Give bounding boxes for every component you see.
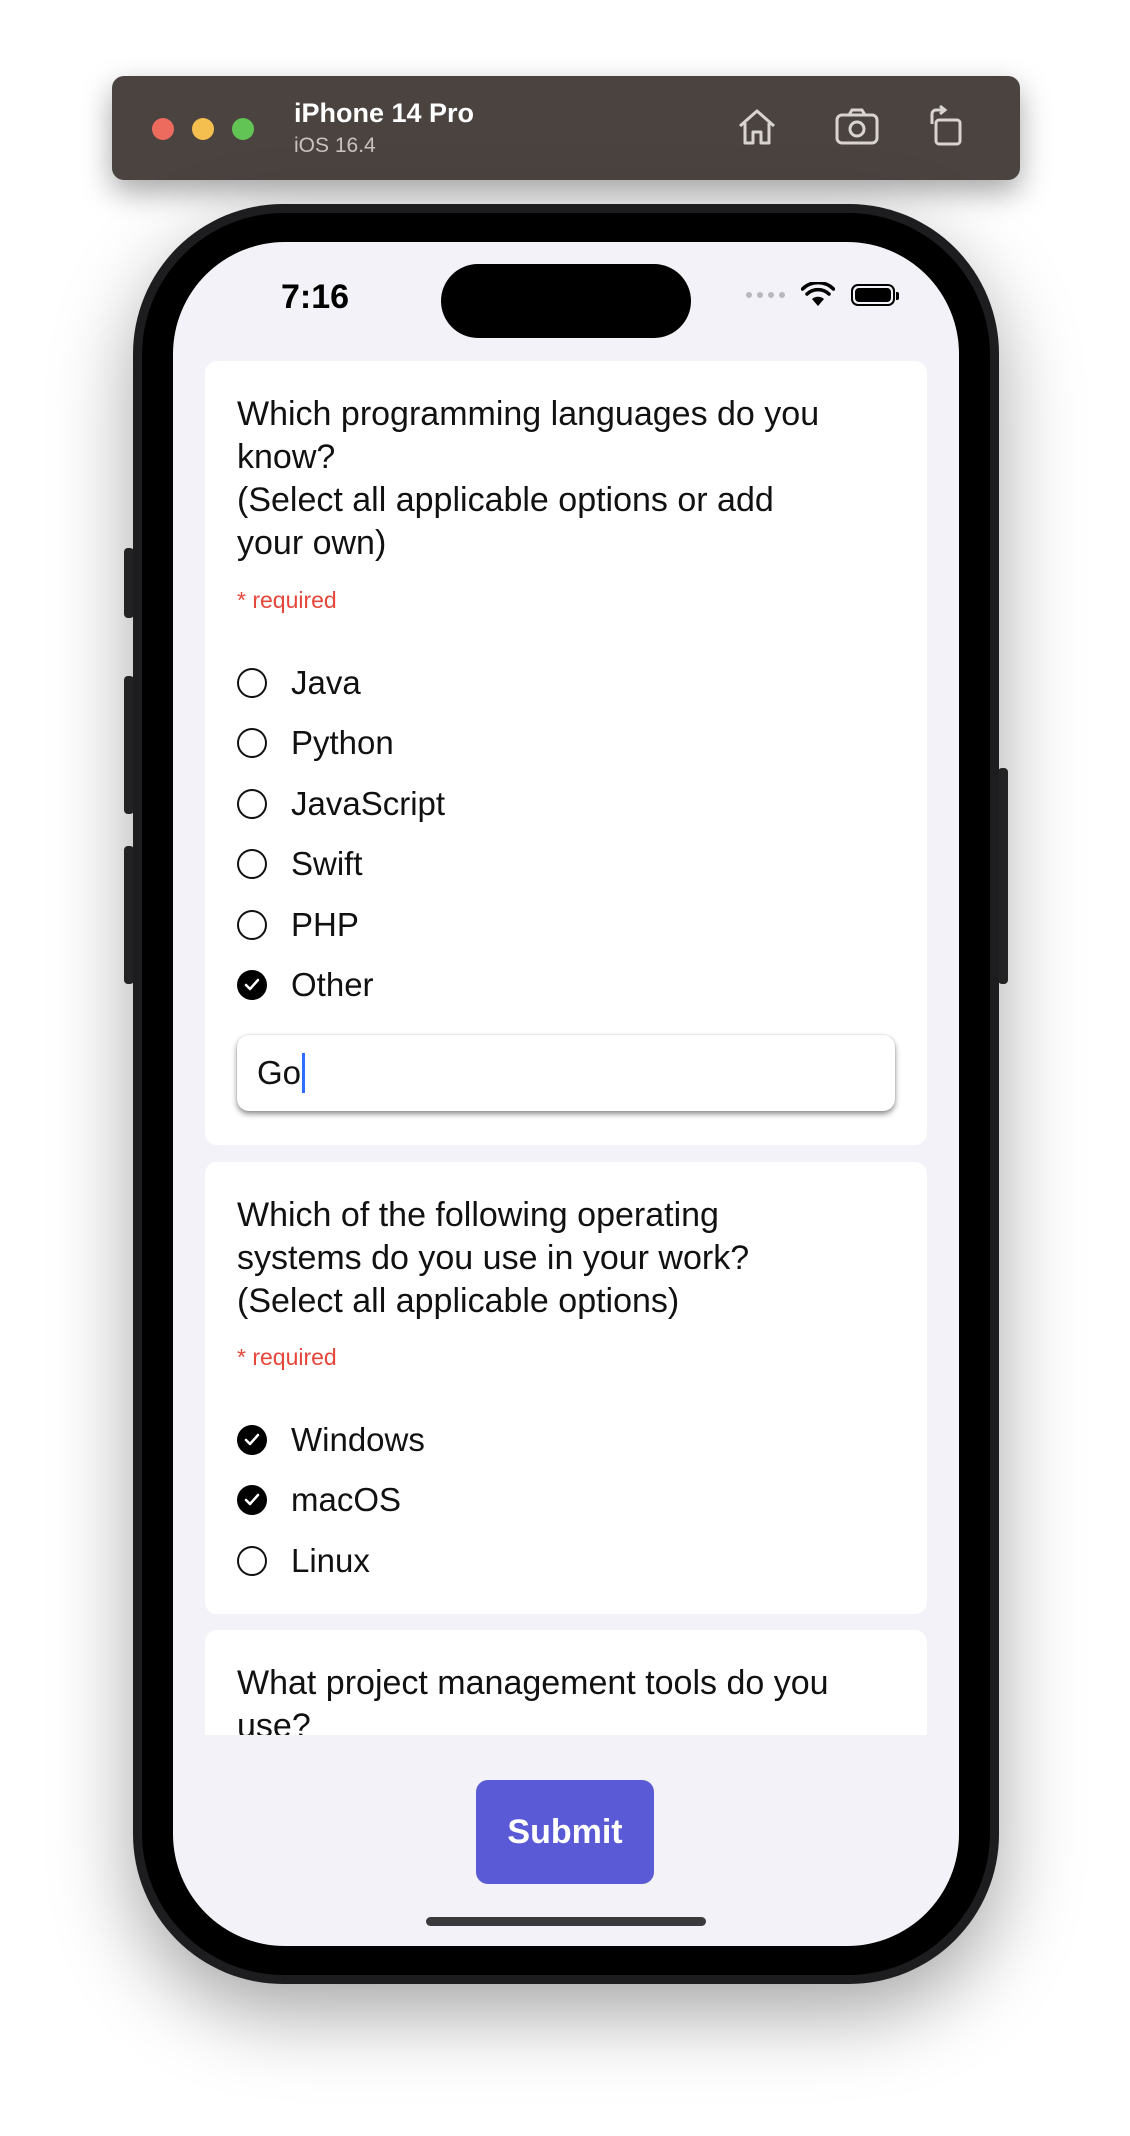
required-label: * required: [237, 587, 337, 613]
question-card-project-tools: What project management tools do you use…: [205, 1630, 927, 1735]
option-linux[interactable]: Linux: [237, 1541, 370, 1581]
text-cursor: [302, 1053, 306, 1093]
option-label: JavaScript: [291, 785, 446, 822]
question-title: Which programming languages do you know?…: [237, 395, 820, 562]
home-icon: [739, 109, 775, 145]
checkmark-circle-icon[interactable]: [237, 970, 267, 1000]
unchecked-circle-icon[interactable]: [237, 1546, 267, 1576]
option-label: Windows: [291, 1421, 425, 1458]
unchecked-circle-icon[interactable]: [237, 910, 267, 940]
required-label: * required: [237, 1344, 337, 1370]
rotate-button[interactable]: [922, 102, 972, 152]
status-icons: [746, 282, 899, 308]
home-button[interactable]: [732, 102, 782, 152]
home-indicator[interactable]: [426, 1917, 706, 1926]
option-python[interactable]: Python: [237, 723, 394, 763]
wifi-icon: [801, 282, 835, 306]
option-php[interactable]: PHP: [237, 905, 359, 945]
option-label: PHP: [291, 906, 359, 943]
cellular-signal-icon: [746, 292, 785, 298]
option-windows[interactable]: Windows: [237, 1420, 425, 1460]
option-label: Python: [291, 724, 394, 761]
battery-icon: [851, 284, 899, 306]
option-label: Linux: [291, 1542, 370, 1579]
option-macos[interactable]: macOS: [237, 1480, 401, 1520]
status-time: 7:16: [281, 278, 350, 316]
submit-button[interactable]: Submit: [476, 1780, 654, 1884]
simulator-toolbar: iPhone 14 Pro iOS 16.4: [112, 76, 1020, 180]
rotate-icon: [930, 104, 962, 146]
phone-screen: 7:16 Which programming languages do you …: [173, 242, 959, 1946]
minimize-window-button[interactable]: [192, 118, 214, 140]
other-language-input[interactable]: Go: [237, 1035, 895, 1111]
unchecked-circle-icon[interactable]: [237, 728, 267, 758]
screenshot-button[interactable]: [832, 102, 882, 152]
option-label: macOS: [291, 1481, 402, 1518]
device-name: iPhone 14 Pro: [294, 98, 475, 128]
option-swift[interactable]: Swift: [237, 844, 363, 884]
question-card-operating-systems: Which of the following operating systems…: [205, 1162, 927, 1614]
question-title: Which of the following operating systems…: [237, 1196, 750, 1320]
option-label: Other: [291, 966, 374, 1003]
unchecked-circle-icon[interactable]: [237, 849, 267, 879]
option-label: Java: [291, 664, 361, 701]
option-other[interactable]: Other: [237, 965, 374, 1005]
dynamic-island: [441, 264, 691, 338]
question-title: What project management tools do you use…: [237, 1664, 829, 1735]
form-scroll-area[interactable]: Which programming languages do you know?…: [205, 361, 927, 1735]
screenshot-icon: [835, 108, 879, 145]
other-language-value: Go: [257, 1054, 302, 1091]
checkmark-circle-icon[interactable]: [237, 1425, 267, 1455]
os-version: iOS 16.4: [294, 134, 376, 157]
unchecked-circle-icon[interactable]: [237, 789, 267, 819]
option-javascript[interactable]: JavaScript: [237, 784, 445, 824]
question-card-languages: Which programming languages do you know?…: [205, 361, 927, 1145]
option-java[interactable]: Java: [237, 663, 361, 703]
option-label: Swift: [291, 845, 363, 882]
zoom-window-button[interactable]: [232, 118, 254, 140]
unchecked-circle-icon[interactable]: [237, 668, 267, 698]
close-window-button[interactable]: [152, 118, 174, 140]
power-button: [998, 768, 1008, 984]
checkmark-circle-icon[interactable]: [237, 1485, 267, 1515]
